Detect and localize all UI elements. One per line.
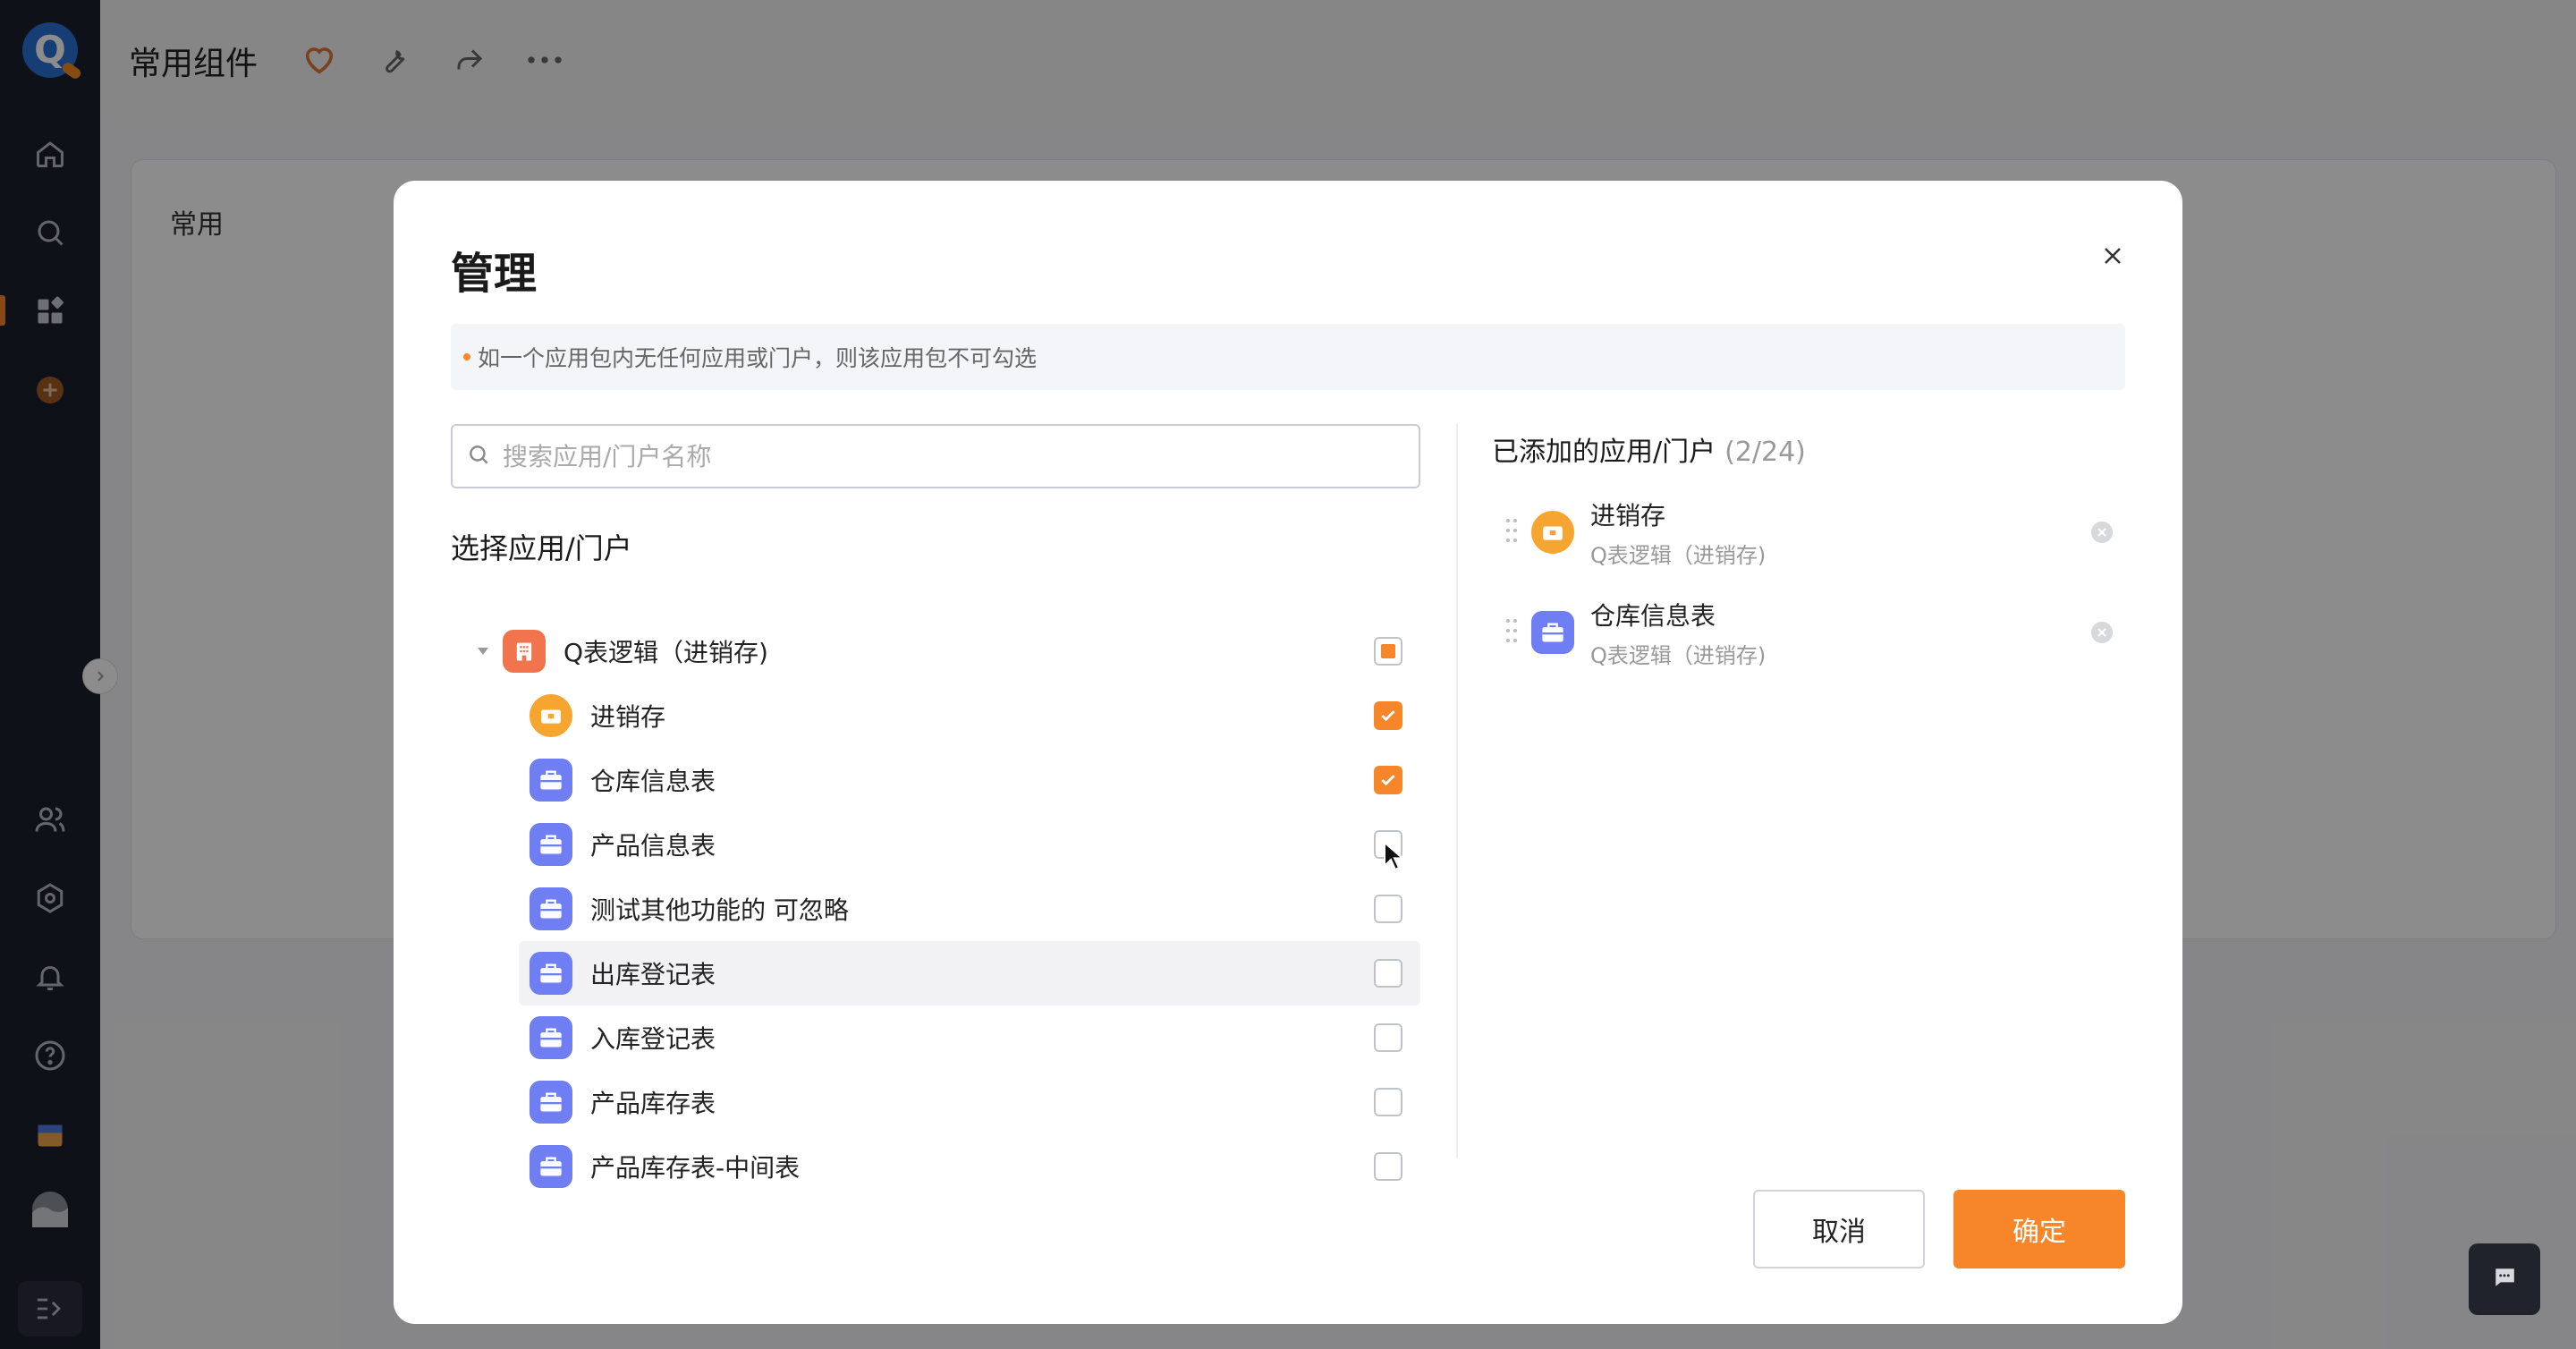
portal-icon [530, 694, 572, 737]
notice-banner: 如一个应用包内无任何应用或门户，则该应用包不可勾选 [451, 324, 2125, 390]
close-icon[interactable] [2095, 238, 2131, 274]
briefcase-icon [530, 1081, 572, 1124]
chat-icon [2493, 1267, 2516, 1292]
drag-handle-icon[interactable] [1506, 619, 1519, 646]
mouse-cursor-icon [1383, 840, 1405, 875]
remove-icon[interactable] [2091, 622, 2113, 643]
tree-item[interactable]: 出库登记表 [519, 941, 1420, 1005]
added-count: (2/24) [1724, 437, 1806, 468]
briefcase-icon [530, 759, 572, 802]
added-item-name: 仓库信息表 [1590, 600, 1716, 631]
tree-item-label: 产品库存表-中间表 [590, 1153, 801, 1183]
search-input[interactable] [503, 441, 1308, 471]
tree-item[interactable]: 测试其他功能的 可忽略 [519, 877, 1420, 941]
item-checkbox[interactable] [1374, 766, 1402, 794]
added-item-text: 进销存 Q表逻辑（进销存) [1590, 496, 1766, 569]
portal-icon [1531, 511, 1574, 554]
tree-item[interactable]: 进销存 [519, 683, 1420, 748]
tree-item-label: 出库登记表 [590, 960, 716, 989]
added-item-text: 仓库信息表 Q表逻辑（进销存) [1590, 597, 1766, 669]
briefcase-icon [1531, 611, 1574, 654]
search-box[interactable] [451, 424, 1420, 488]
tree-item[interactable]: 入库登记表 [519, 1005, 1420, 1070]
select-section-title: 选择应用/门户 [451, 531, 632, 565]
tree-item-label: 测试其他功能的 可忽略 [590, 895, 849, 925]
confirm-button[interactable]: 确定 [1953, 1190, 2125, 1268]
cancel-button[interactable]: 取消 [1753, 1190, 1925, 1268]
tree-item[interactable]: 仓库信息表 [519, 748, 1420, 812]
item-checkbox[interactable] [1374, 701, 1402, 730]
remove-icon[interactable] [2091, 522, 2113, 543]
item-checkbox[interactable] [1374, 959, 1402, 988]
manage-dialog: 管理 如一个应用包内无任何应用或门户，则该应用包不可勾选 选择应用/门户 Q表逻… [394, 181, 2182, 1324]
tree-item-label: 产品库存表 [590, 1089, 716, 1118]
tree-item-label: 进销存 [590, 702, 666, 732]
briefcase-icon [530, 952, 572, 995]
briefcase-icon [530, 887, 572, 930]
tree-item-label: 入库登记表 [590, 1024, 716, 1054]
tree-item[interactable]: 产品信息表 [519, 812, 1420, 877]
item-checkbox[interactable] [1374, 1088, 1402, 1116]
drag-handle-icon[interactable] [1506, 519, 1519, 546]
tree-group-label: Q表逻辑（进销存) [564, 638, 768, 667]
added-item-name: 进销存 [1590, 500, 1666, 530]
search-icon [467, 443, 490, 470]
panel-divider [1456, 424, 1458, 1158]
item-checkbox[interactable] [1374, 1152, 1402, 1181]
added-panel-title: 已添加的应用/门户 (2/24) [1492, 429, 1806, 469]
tree-item-label: 产品信息表 [590, 831, 716, 861]
added-item[interactable]: 仓库信息表 Q表逻辑（进销存) [1506, 592, 2123, 673]
chat-button[interactable] [2469, 1243, 2540, 1315]
briefcase-icon [530, 1145, 572, 1188]
added-title-text: 已添加的应用/门户 [1492, 437, 1716, 468]
caret-down-icon[interactable] [474, 647, 492, 656]
briefcase-icon [530, 823, 572, 866]
notice-dot [463, 353, 470, 361]
added-item[interactable]: 进销存 Q表逻辑（进销存) [1506, 492, 2123, 573]
item-checkbox[interactable] [1374, 895, 1402, 923]
item-checkbox[interactable] [1374, 1023, 1402, 1052]
tree-item-label: 仓库信息表 [590, 767, 716, 796]
dialog-title: 管理 [451, 249, 538, 299]
added-item-sub: Q表逻辑（进销存) [1590, 642, 1767, 668]
tree-item[interactable]: 产品库存表-中间表 [519, 1134, 1420, 1199]
tree-group-row[interactable]: Q表逻辑（进销存) [474, 619, 1420, 683]
briefcase-icon [530, 1016, 572, 1059]
group-checkbox[interactable] [1374, 637, 1402, 666]
building-icon [503, 630, 546, 673]
tree-item[interactable]: 产品库存表 [519, 1070, 1420, 1134]
notice-text: 如一个应用包内无任何应用或门户，则该应用包不可勾选 [478, 345, 1038, 371]
added-item-sub: Q表逻辑（进销存) [1590, 542, 1767, 568]
